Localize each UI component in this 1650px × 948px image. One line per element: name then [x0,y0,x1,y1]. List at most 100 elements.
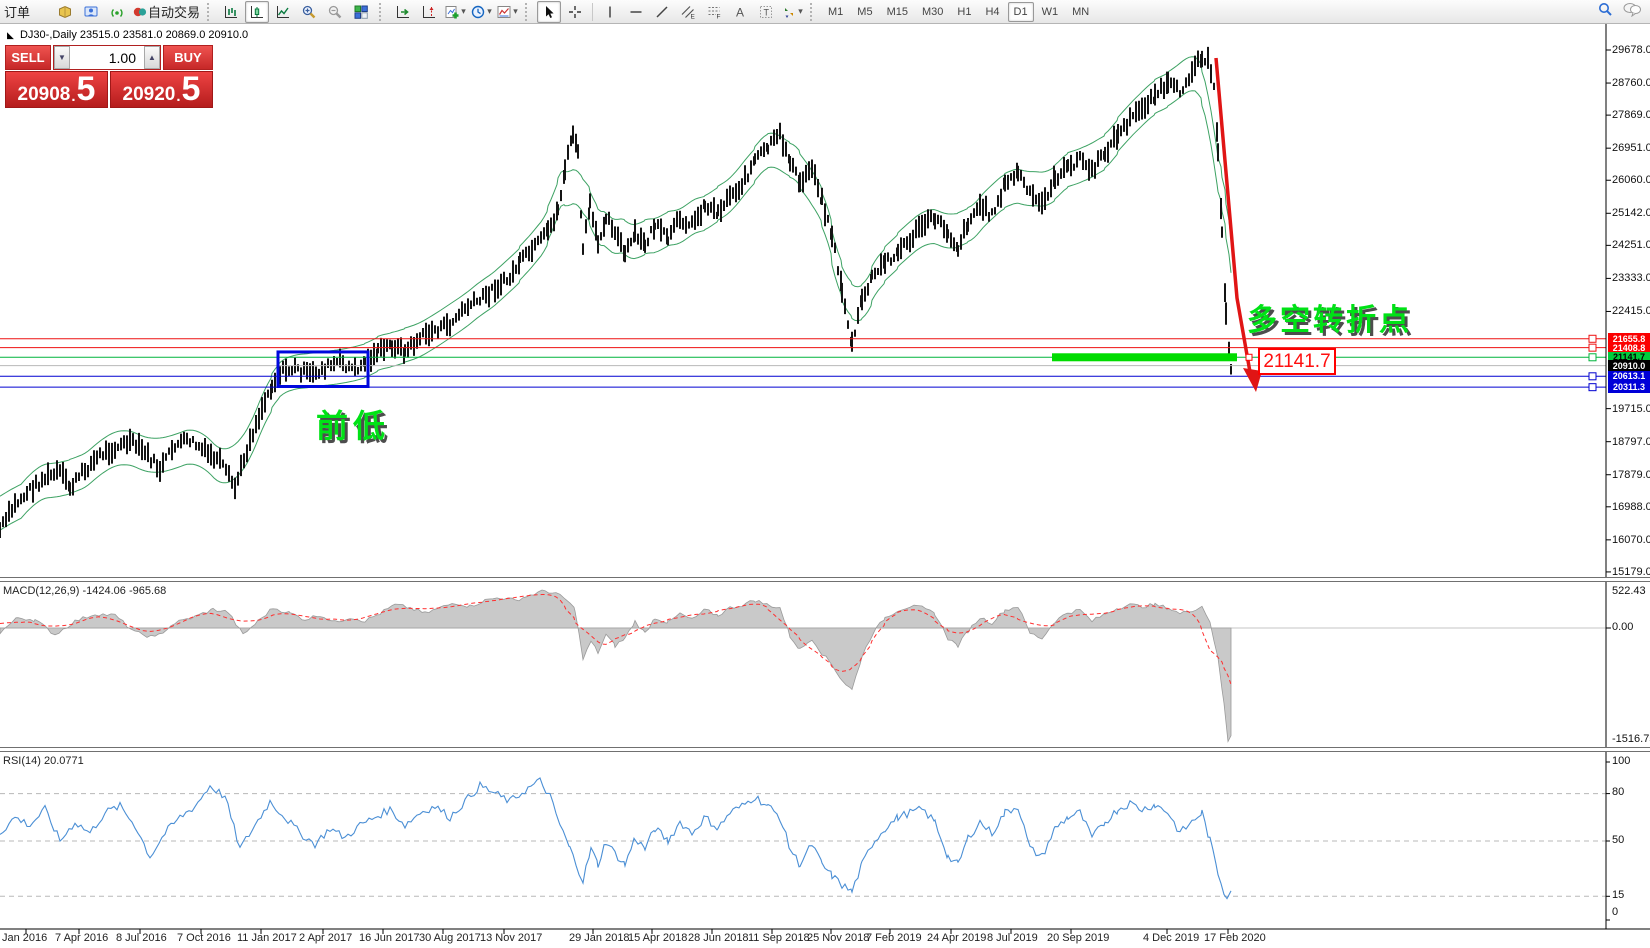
new-chart-icon [444,4,460,20]
ohlc-close: 20910.0 [208,29,248,41]
volume-decrease-button[interactable]: ▼ [54,46,70,69]
macd-panel-separator[interactable] [0,577,1650,582]
crosshair-button[interactable] [563,1,587,23]
dropdown-icon: ▾ [513,6,518,17]
price-axis-tick-label: 25142.0 [1612,207,1650,219]
timeframe-m15[interactable]: M15 [881,2,914,22]
price-axis-tick-label: 22415.0 [1612,305,1650,317]
autotrading-label: 自动交易 [148,2,200,21]
chart-shift-button[interactable] [417,1,441,23]
rsi-panel-separator[interactable] [0,747,1650,752]
line-chart-button[interactable] [271,1,295,23]
search-icon[interactable] [1597,1,1614,23]
dropdown-icon: ▾ [461,6,466,17]
macd-axis-label: 522.43 [1612,585,1646,597]
chart-shift-icon [421,4,437,20]
timeframe-w1[interactable]: W1 [1036,2,1065,22]
profile-button[interactable] [79,1,103,23]
auto-scroll-button[interactable] [391,1,415,23]
macd-area [0,590,1231,742]
one-click-trading-panel: SELL ▼ 1.00 ▲ BUY 20908.5 20920.5 [5,45,213,108]
macd-values: -1424.06 -965.68 [82,585,166,597]
volume-control: ▼ 1.00 ▲ [53,45,161,70]
candlestick-chart-icon [249,4,265,20]
horizontal-line-icon [628,4,644,20]
rsi-axis-label: 0 [1612,906,1618,918]
level-line-handle[interactable] [1589,384,1596,391]
zoom-out-button[interactable] [323,1,347,23]
date-axis-label: 25 Nov 2018 [807,932,869,944]
volume-increase-button[interactable]: ▲ [144,46,160,69]
level-line-handle[interactable] [1589,335,1596,342]
text-label-button[interactable]: T [754,1,778,23]
dropdown-icon: ▾ [487,6,492,17]
vertical-line-button[interactable] [598,1,622,23]
trendline-button[interactable] [650,1,674,23]
signals-button[interactable] [105,1,129,23]
rsi-panel [0,778,1606,899]
date-axis-label: 4 Dec 2019 [1143,932,1199,944]
date-axis-label: Jan 2016 [2,932,47,944]
toolbar: 新订单 自动交易 [0,0,1650,24]
equidistant-channel-button[interactable]: E [676,1,700,23]
svg-text:F: F [717,13,721,20]
cursor-icon [541,4,557,20]
timeframe-m1[interactable]: M1 [822,2,849,22]
volume-input[interactable]: 1.00 [70,46,144,69]
level-line-handle[interactable] [1589,354,1596,361]
level-price-chip: 20613.1 [1608,371,1650,382]
new-chart-button[interactable]: ▾ [443,1,467,23]
sell-price-point: . [71,89,75,104]
notebook-button[interactable] [53,1,77,23]
price-axis-tick-label: 26951.0 [1612,142,1650,154]
level-price-chip: 20311.3 [1608,382,1650,393]
sell-button[interactable]: SELL [5,45,51,70]
buy-price-main: 20920 [123,85,176,104]
current-price-chip: 20910.0 [1608,360,1650,371]
zoom-out-icon [327,4,343,20]
pivot-highlight-bar[interactable] [1052,353,1237,361]
timeframe-m30[interactable]: M30 [916,2,949,22]
arrows-button[interactable]: ▾ [780,1,804,23]
chat-icon[interactable] [1622,1,1642,22]
line-chart-icon [275,4,291,20]
vertical-line-icon [602,4,618,20]
bar-chart-button[interactable] [219,1,243,23]
tile-windows-icon [353,4,369,20]
candles [0,47,1231,538]
fibonacci-button[interactable]: F [702,1,726,23]
rsi-axis-label: 50 [1612,834,1624,846]
notebook-icon [57,4,73,20]
tile-windows-button[interactable] [349,1,373,23]
periodicity-button[interactable]: ▾ [469,1,493,23]
price-tag-21141: 21141.7 [1258,348,1336,375]
buy-button[interactable]: BUY [163,45,213,70]
timeframe-h4[interactable]: H4 [979,2,1005,22]
new-order-button[interactable]: 新订单 [3,1,51,23]
cursor-button[interactable] [537,1,561,23]
timeframe-h1[interactable]: H1 [951,2,977,22]
zoom-in-button[interactable] [297,1,321,23]
templates-button[interactable]: ▾ [495,1,519,23]
toolbar-grip [207,3,213,21]
horizontal-line-button[interactable] [624,1,648,23]
sell-price-display[interactable]: 20908.5 [5,71,108,108]
timeframe-m5[interactable]: M5 [851,2,878,22]
level-line-handle[interactable] [1589,373,1596,380]
fibonacci-icon: F [706,4,722,20]
date-axis-label: 11 Sep 2018 [748,932,810,944]
text-button[interactable]: A [728,1,752,23]
candlestick-chart-button[interactable] [245,1,269,23]
price-panel [0,47,1231,538]
date-axis-label: 29 Jan 2018 [569,932,630,944]
buy-price-display[interactable]: 20920.5 [110,71,213,108]
sell-price-big-digit: 5 [77,76,96,104]
date-axis-label: 8 Jul 2019 [987,932,1038,944]
macd-axis-label: 0.00 [1612,621,1633,633]
level-line-handle[interactable] [1589,344,1596,351]
autotrading-button[interactable]: 自动交易 [131,1,201,23]
timeframe-d1[interactable]: D1 [1008,2,1034,22]
price-axis-tick-label: 17879.0 [1612,469,1650,481]
macd-panel [0,590,1606,742]
timeframe-mn[interactable]: MN [1066,2,1095,22]
